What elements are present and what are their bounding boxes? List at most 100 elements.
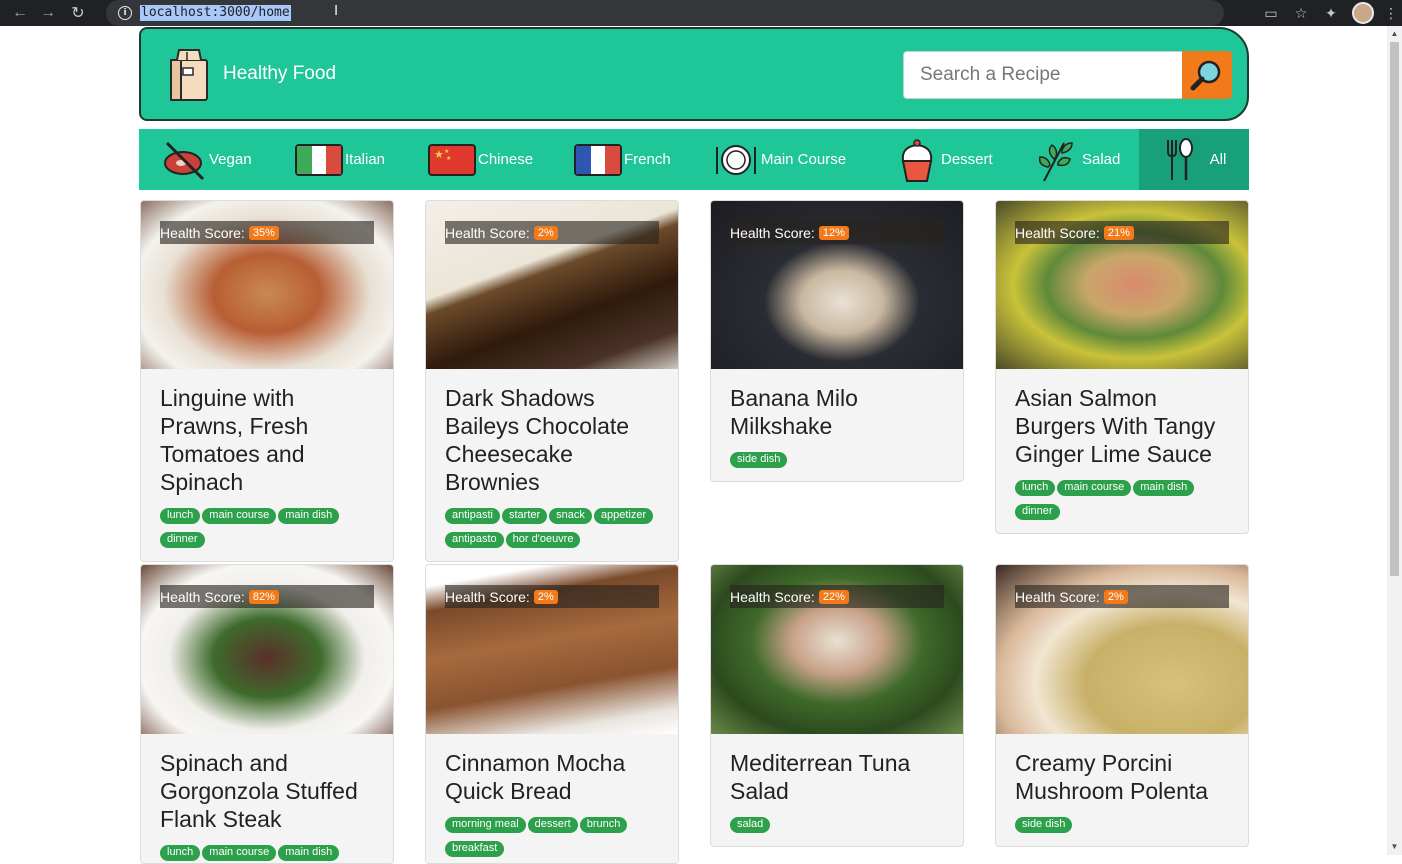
tag: lunch: [160, 508, 201, 524]
category-vegan[interactable]: Vegan: [163, 129, 252, 190]
tag: side dish: [730, 452, 788, 468]
health-score-badge: 21%: [1103, 225, 1134, 240]
recipe-image[interactable]: Health Score: 2%: [426, 565, 678, 734]
category-main-course[interactable]: Main Course: [713, 129, 846, 190]
tag: salad: [730, 817, 771, 833]
health-score: Health Score: 2%: [1015, 585, 1229, 608]
recipe-image[interactable]: Health Score: 2%: [996, 565, 1248, 734]
health-score-badge: 12%: [818, 225, 849, 240]
recipe-card[interactable]: Health Score: 22% Mediterrean Tuna Salad …: [710, 564, 964, 847]
recipe-card[interactable]: Health Score: 35% Linguine with Prawns, F…: [140, 200, 394, 562]
category-french[interactable]: French: [574, 129, 671, 190]
url-text[interactable]: localhost:3000/home: [140, 5, 291, 21]
health-score-badge: 2%: [1103, 589, 1128, 604]
search-input[interactable]: Search a Recipe: [903, 51, 1183, 99]
search-button[interactable]: [1182, 51, 1232, 99]
svg-text:★: ★: [446, 155, 451, 162]
site-title[interactable]: Healthy Food: [223, 63, 336, 85]
health-score-badge: 22%: [818, 589, 849, 604]
magnifier-icon: [1190, 60, 1221, 91]
category-all[interactable]: All: [1139, 129, 1249, 190]
category-label: Chinese: [478, 151, 534, 168]
recipe-title[interactable]: Mediterrean Tuna Salad: [730, 749, 944, 805]
category-label: Salad: [1082, 151, 1121, 168]
svg-text:★: ★: [434, 149, 444, 161]
category-chinese[interactable]: ★ ★ ★ Chinese: [428, 129, 533, 190]
recipe-card[interactable]: Health Score: 12% Banana Milo Milkshake s…: [710, 200, 964, 482]
recipe-image[interactable]: Health Score: 12%: [711, 201, 963, 369]
recipe-title[interactable]: Asian Salmon Burgers With Tangy Ginger L…: [1015, 384, 1229, 468]
tag: starter: [501, 508, 548, 524]
tag: main dish: [278, 845, 340, 861]
recipe-image[interactable]: Health Score: 2%: [426, 201, 678, 369]
recipe-title[interactable]: Spinach and Gorgonzola Stuffed Flank Ste…: [160, 749, 374, 833]
herb-icon: [1038, 141, 1073, 181]
recipe-image[interactable]: Health Score: 35%: [141, 201, 393, 369]
tag: dinner: [1015, 504, 1060, 520]
extensions-icon[interactable]: ✦: [1316, 5, 1346, 22]
text-cursor-icon: I: [334, 2, 339, 19]
category-dessert[interactable]: Dessert: [897, 129, 993, 190]
cupcake-icon: [901, 138, 933, 182]
tag: morning meal: [445, 817, 526, 833]
forward-icon[interactable]: →: [36, 1, 60, 25]
site-info-icon[interactable]: i: [118, 6, 132, 20]
tag-list: antipasti starter snack appetizer antipa…: [445, 508, 659, 548]
tag: snack: [549, 508, 592, 524]
health-score-badge: 35%: [248, 225, 279, 240]
recipe-image[interactable]: Health Score: 22%: [711, 565, 963, 734]
tag: main dish: [1133, 480, 1195, 496]
scroll-up-icon[interactable]: ▲: [1390, 29, 1399, 39]
china-flag-icon: ★ ★ ★: [428, 143, 476, 176]
tag: main course: [202, 508, 277, 524]
tag-list: side dish: [730, 452, 944, 468]
vegan-icon: [164, 141, 205, 180]
tag: antipasti: [445, 508, 500, 524]
scroll-thumb[interactable]: [1390, 42, 1399, 576]
recipe-title[interactable]: Dark Shadows Baileys Chocolate Cheesecak…: [445, 384, 659, 496]
reload-icon[interactable]: ↻: [66, 1, 90, 25]
cast-icon[interactable]: ▭: [1256, 5, 1286, 22]
recipe-card[interactable]: Health Score: 82% Spinach and Gorgonzola …: [140, 564, 394, 864]
tag: antipasto: [445, 532, 504, 548]
tag-list: lunch main course main dish dinner: [160, 508, 374, 548]
page-scrollbar[interactable]: ▲ ▼: [1387, 26, 1402, 855]
recipe-title[interactable]: Creamy Porcini Mushroom Polenta: [1015, 749, 1229, 805]
avatar[interactable]: [1352, 2, 1374, 24]
address-bar[interactable]: i localhost:3000/home: [106, 0, 1224, 26]
tag: main course: [1057, 480, 1132, 496]
recipe-title[interactable]: Linguine with Prawns, Fresh Tomatoes and…: [160, 384, 374, 496]
recipe-title[interactable]: Cinnamon Mocha Quick Bread: [445, 749, 659, 805]
recipe-image[interactable]: Health Score: 21%: [996, 201, 1248, 369]
tag: side dish: [1015, 817, 1073, 833]
category-label: Italian: [345, 151, 386, 168]
recipe-card[interactable]: Health Score: 2% Cinnamon Mocha Quick Bre…: [425, 564, 679, 864]
plate-cutlery-icon: [716, 144, 756, 175]
health-score: Health Score: 35%: [160, 221, 374, 244]
recipe-card[interactable]: Health Score: 21% Asian Salmon Burgers Wi…: [995, 200, 1249, 534]
recipe-card[interactable]: Health Score: 2% Dark Shadows Baileys Cho…: [425, 200, 679, 562]
search-placeholder: Search a Recipe: [920, 64, 1061, 85]
scroll-down-icon[interactable]: ▼: [1390, 842, 1399, 852]
category-label: Vegan: [209, 151, 252, 168]
category-italian[interactable]: Italian: [295, 129, 385, 190]
health-score: Health Score: 21%: [1015, 221, 1229, 244]
back-icon[interactable]: ←: [8, 1, 32, 25]
health-score-badge: 2%: [533, 225, 558, 240]
recipe-image[interactable]: Health Score: 82%: [141, 565, 393, 734]
recipe-card[interactable]: Health Score: 2% Creamy Porcini Mushroom …: [995, 564, 1249, 847]
category-salad[interactable]: Salad: [1034, 129, 1120, 190]
health-score-badge: 82%: [248, 589, 279, 604]
tag: hor d'oeuvre: [505, 532, 581, 548]
tag: dessert: [527, 817, 578, 833]
health-score: Health Score: 22%: [730, 585, 944, 608]
health-score: Health Score: 12%: [730, 221, 944, 244]
browser-actions: ▭ ☆ ✦ ⋮: [1256, 0, 1402, 26]
star-icon[interactable]: ☆: [1286, 5, 1316, 22]
category-label: All: [1209, 151, 1227, 168]
health-score-badge: 2%: [533, 589, 558, 604]
tag: main dish: [278, 508, 340, 524]
category-label: Dessert: [941, 151, 993, 168]
menu-dots-icon[interactable]: ⋮: [1380, 5, 1402, 22]
recipe-title[interactable]: Banana Milo Milkshake: [730, 384, 944, 440]
